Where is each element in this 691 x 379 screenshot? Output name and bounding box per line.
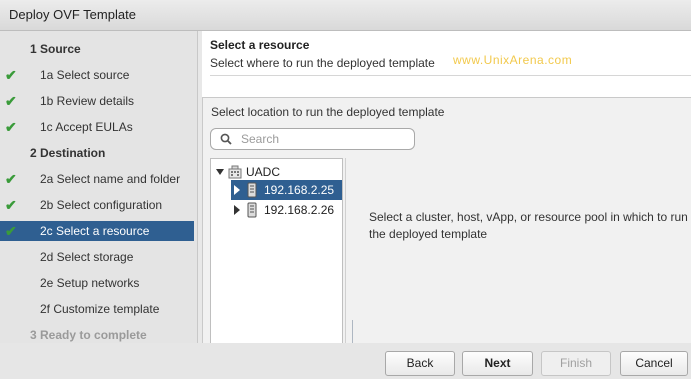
tree-node-label: UADC — [246, 165, 281, 179]
step-label: 3 Ready to complete — [30, 328, 147, 342]
step-select-resource[interactable]: ✔ 2c Select a resource — [0, 221, 194, 241]
step-label: 2c Select a resource — [40, 224, 150, 238]
cancel-button[interactable]: Cancel — [620, 351, 688, 376]
next-button[interactable]: Next — [462, 351, 533, 376]
step-label: 2 Destination — [30, 146, 106, 160]
search-input[interactable] — [241, 131, 409, 147]
step-select-source[interactable]: ✔ 1a Select source — [0, 65, 194, 85]
step-review-details[interactable]: ✔ 1b Review details — [0, 91, 194, 111]
step-destination: 2 Destination — [0, 143, 194, 163]
resource-panel: Select location to run the deployed temp… — [202, 97, 691, 344]
checkmark-icon: ✔ — [5, 119, 17, 135]
dialog-titlebar: Deploy OVF Template — [0, 0, 691, 31]
checkmark-icon: ✔ — [5, 171, 17, 187]
step-accept-eulas[interactable]: ✔ 1c Accept EULAs — [0, 117, 194, 137]
step-label: 2b Select configuration — [40, 198, 163, 212]
step-label: 1a Select source — [40, 68, 130, 82]
step-label: 1b Review details — [40, 94, 135, 108]
step-ready-to-complete: 3 Ready to complete — [0, 325, 194, 343]
tree-node-uadc[interactable]: UADC — [211, 162, 342, 182]
finish-button[interactable]: Finish — [541, 351, 611, 376]
selection-hint: Select a cluster, host, vApp, or resourc… — [369, 210, 688, 241]
main-content: Select a resource Select where to run th… — [202, 31, 691, 344]
search-icon — [220, 133, 232, 148]
dialog-title: Deploy OVF Template — [9, 7, 136, 22]
panel-label: Select location to run the deployed temp… — [211, 105, 445, 119]
step-label: 2f Customize template — [40, 302, 160, 316]
checkmark-icon: ✔ — [5, 197, 17, 213]
host-icon — [246, 182, 258, 201]
splitter-handle[interactable] — [352, 320, 353, 344]
tree-node-host-26[interactable]: 192.168.2.26 — [231, 200, 342, 220]
collapsed-arrow-icon[interactable] — [234, 205, 240, 215]
tree-node-label: 192.168.2.26 — [264, 203, 335, 217]
checkmark-icon: ✔ — [5, 93, 17, 109]
step-customize-template[interactable]: 2f Customize template — [0, 299, 194, 319]
tree-node-label: 192.168.2.25 — [264, 183, 335, 197]
watermark-text: www.UnixArena.com — [453, 53, 573, 67]
pane-splitter[interactable] — [345, 158, 346, 344]
checkmark-icon: ✔ — [5, 67, 17, 83]
step-label: 2d Select storage — [40, 250, 134, 264]
step-setup-networks[interactable]: 2e Setup networks — [0, 273, 194, 293]
step-source: 1 Source — [0, 39, 194, 59]
header-divider — [210, 75, 691, 76]
expanded-arrow-icon[interactable] — [216, 169, 224, 175]
tree-node-host-25[interactable]: 192.168.2.25 — [231, 180, 342, 200]
wizard-steps-sidebar: 1 Source ✔ 1a Select source ✔ 1b Review … — [0, 31, 198, 343]
back-button[interactable]: Back — [385, 351, 455, 376]
host-icon — [246, 202, 258, 221]
step-select-name-folder[interactable]: ✔ 2a Select name and folder — [0, 169, 194, 189]
step-label: 2e Setup networks — [40, 276, 140, 290]
step-label: 1 Source — [30, 42, 81, 56]
page-subtitle: Select where to run the deployed templat… — [210, 56, 435, 70]
page-title: Select a resource — [210, 38, 310, 52]
step-select-storage[interactable]: 2d Select storage — [0, 247, 194, 267]
search-box[interactable] — [210, 128, 415, 150]
checkmark-icon: ✔ — [5, 223, 17, 239]
step-select-configuration[interactable]: ✔ 2b Select configuration — [0, 195, 194, 215]
collapsed-arrow-icon[interactable] — [234, 185, 240, 195]
resource-tree: UADC 192.168.2.25 192.168.2.26 — [210, 158, 343, 344]
dialog-footer: Back Next Finish Cancel — [0, 343, 691, 379]
step-label: 1c Accept EULAs — [40, 120, 133, 134]
step-label: 2a Select name and folder — [40, 172, 181, 186]
